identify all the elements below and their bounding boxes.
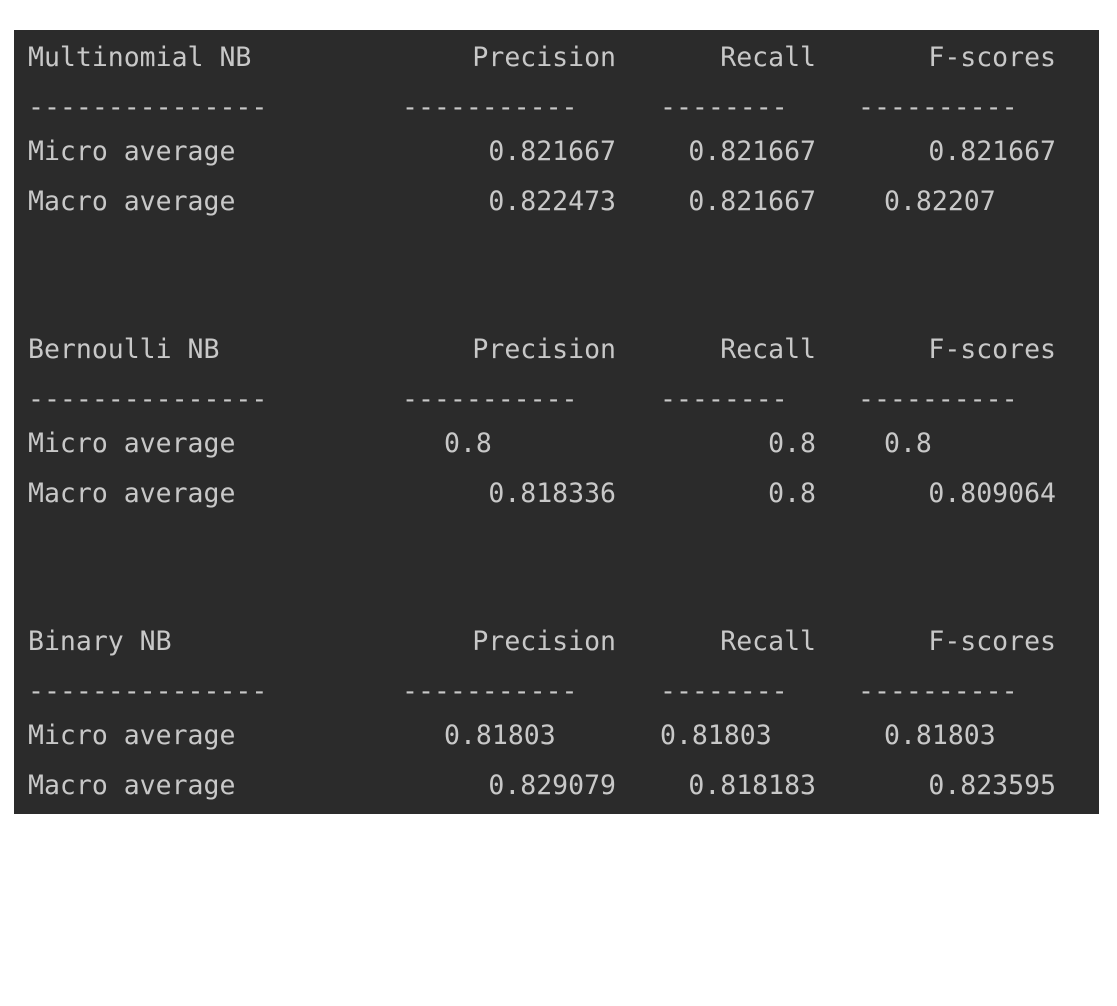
separator-dashes: -------- (660, 676, 788, 707)
column-header-recall: Recall (720, 42, 816, 73)
table-header-row: Multinomial NB Precision Recall F-scores (28, 38, 1088, 78)
table-row: Macro average 0.829079 0.818183 0.823595 (28, 766, 1088, 806)
separator-dashes: --------------- (28, 676, 268, 707)
model-name: Binary NB (28, 626, 172, 657)
separator-dashes: --------------- (28, 384, 268, 415)
separator-row: --------------- ----------- -------- ---… (28, 380, 1088, 420)
precision-value: 0.822473 (488, 186, 616, 217)
row-label: Macro average (28, 478, 236, 509)
precision-value: 0.821667 (488, 136, 616, 167)
row-label: Micro average (28, 428, 236, 459)
column-header-precision: Precision (472, 42, 616, 73)
separator-dashes: ----------- (402, 384, 578, 415)
column-header-recall: Recall (720, 626, 816, 657)
fscores-value: 0.809064 (928, 478, 1056, 509)
recall-value: 0.821667 (688, 186, 816, 217)
separator-dashes: ---------- (858, 92, 1018, 123)
precision-value: 0.829079 (488, 770, 616, 801)
column-header-recall: Recall (720, 334, 816, 365)
table-row: Macro average 0.822473 0.821667 0.82207 (28, 182, 1088, 222)
precision-value: 0.8 (444, 428, 492, 459)
table-header-row: Binary NB Precision Recall F-scores (28, 622, 1088, 662)
column-header-fscores: F-scores (928, 334, 1056, 365)
separator-dashes: ---------- (858, 676, 1018, 707)
column-header-fscores: F-scores (928, 626, 1056, 657)
recall-value: 0.818183 (688, 770, 816, 801)
table-row: Micro average 0.81803 0.81803 0.81803 (28, 716, 1088, 756)
console-output: Multinomial NB Precision Recall F-scores… (14, 30, 1099, 814)
table-header-row: Bernoulli NB Precision Recall F-scores (28, 330, 1088, 370)
row-label: Micro average (28, 136, 236, 167)
separator-dashes: -------- (660, 92, 788, 123)
recall-value: 0.8 (768, 478, 816, 509)
recall-value: 0.81803 (660, 720, 772, 751)
table-row: Micro average 0.821667 0.821667 0.821667 (28, 132, 1088, 172)
column-header-fscores: F-scores (928, 42, 1056, 73)
separator-dashes: ---------- (858, 384, 1018, 415)
model-name: Bernoulli NB (28, 334, 220, 365)
fscores-value: 0.823595 (928, 770, 1056, 801)
row-label: Macro average (28, 186, 236, 217)
fscores-value: 0.81803 (884, 720, 996, 751)
column-header-precision: Precision (472, 334, 616, 365)
row-label: Macro average (28, 770, 236, 801)
precision-value: 0.818336 (488, 478, 616, 509)
separator-dashes: -------- (660, 384, 788, 415)
precision-value: 0.81803 (444, 720, 556, 751)
row-label: Micro average (28, 720, 236, 751)
fscores-value: 0.82207 (884, 186, 996, 217)
fscores-value: 0.8 (884, 428, 932, 459)
fscores-value: 0.821667 (928, 136, 1056, 167)
column-header-precision: Precision (472, 626, 616, 657)
recall-value: 0.821667 (688, 136, 816, 167)
table-row: Micro average 0.8 0.8 0.8 (28, 424, 1088, 464)
model-name: Multinomial NB (28, 42, 252, 73)
separator-dashes: ----------- (402, 676, 578, 707)
separator-dashes: ----------- (402, 92, 578, 123)
table-row: Macro average 0.818336 0.8 0.809064 (28, 474, 1088, 514)
separator-row: --------------- ----------- -------- ---… (28, 672, 1088, 712)
separator-dashes: --------------- (28, 92, 268, 123)
recall-value: 0.8 (768, 428, 816, 459)
separator-row: --------------- ----------- -------- ---… (28, 88, 1088, 128)
